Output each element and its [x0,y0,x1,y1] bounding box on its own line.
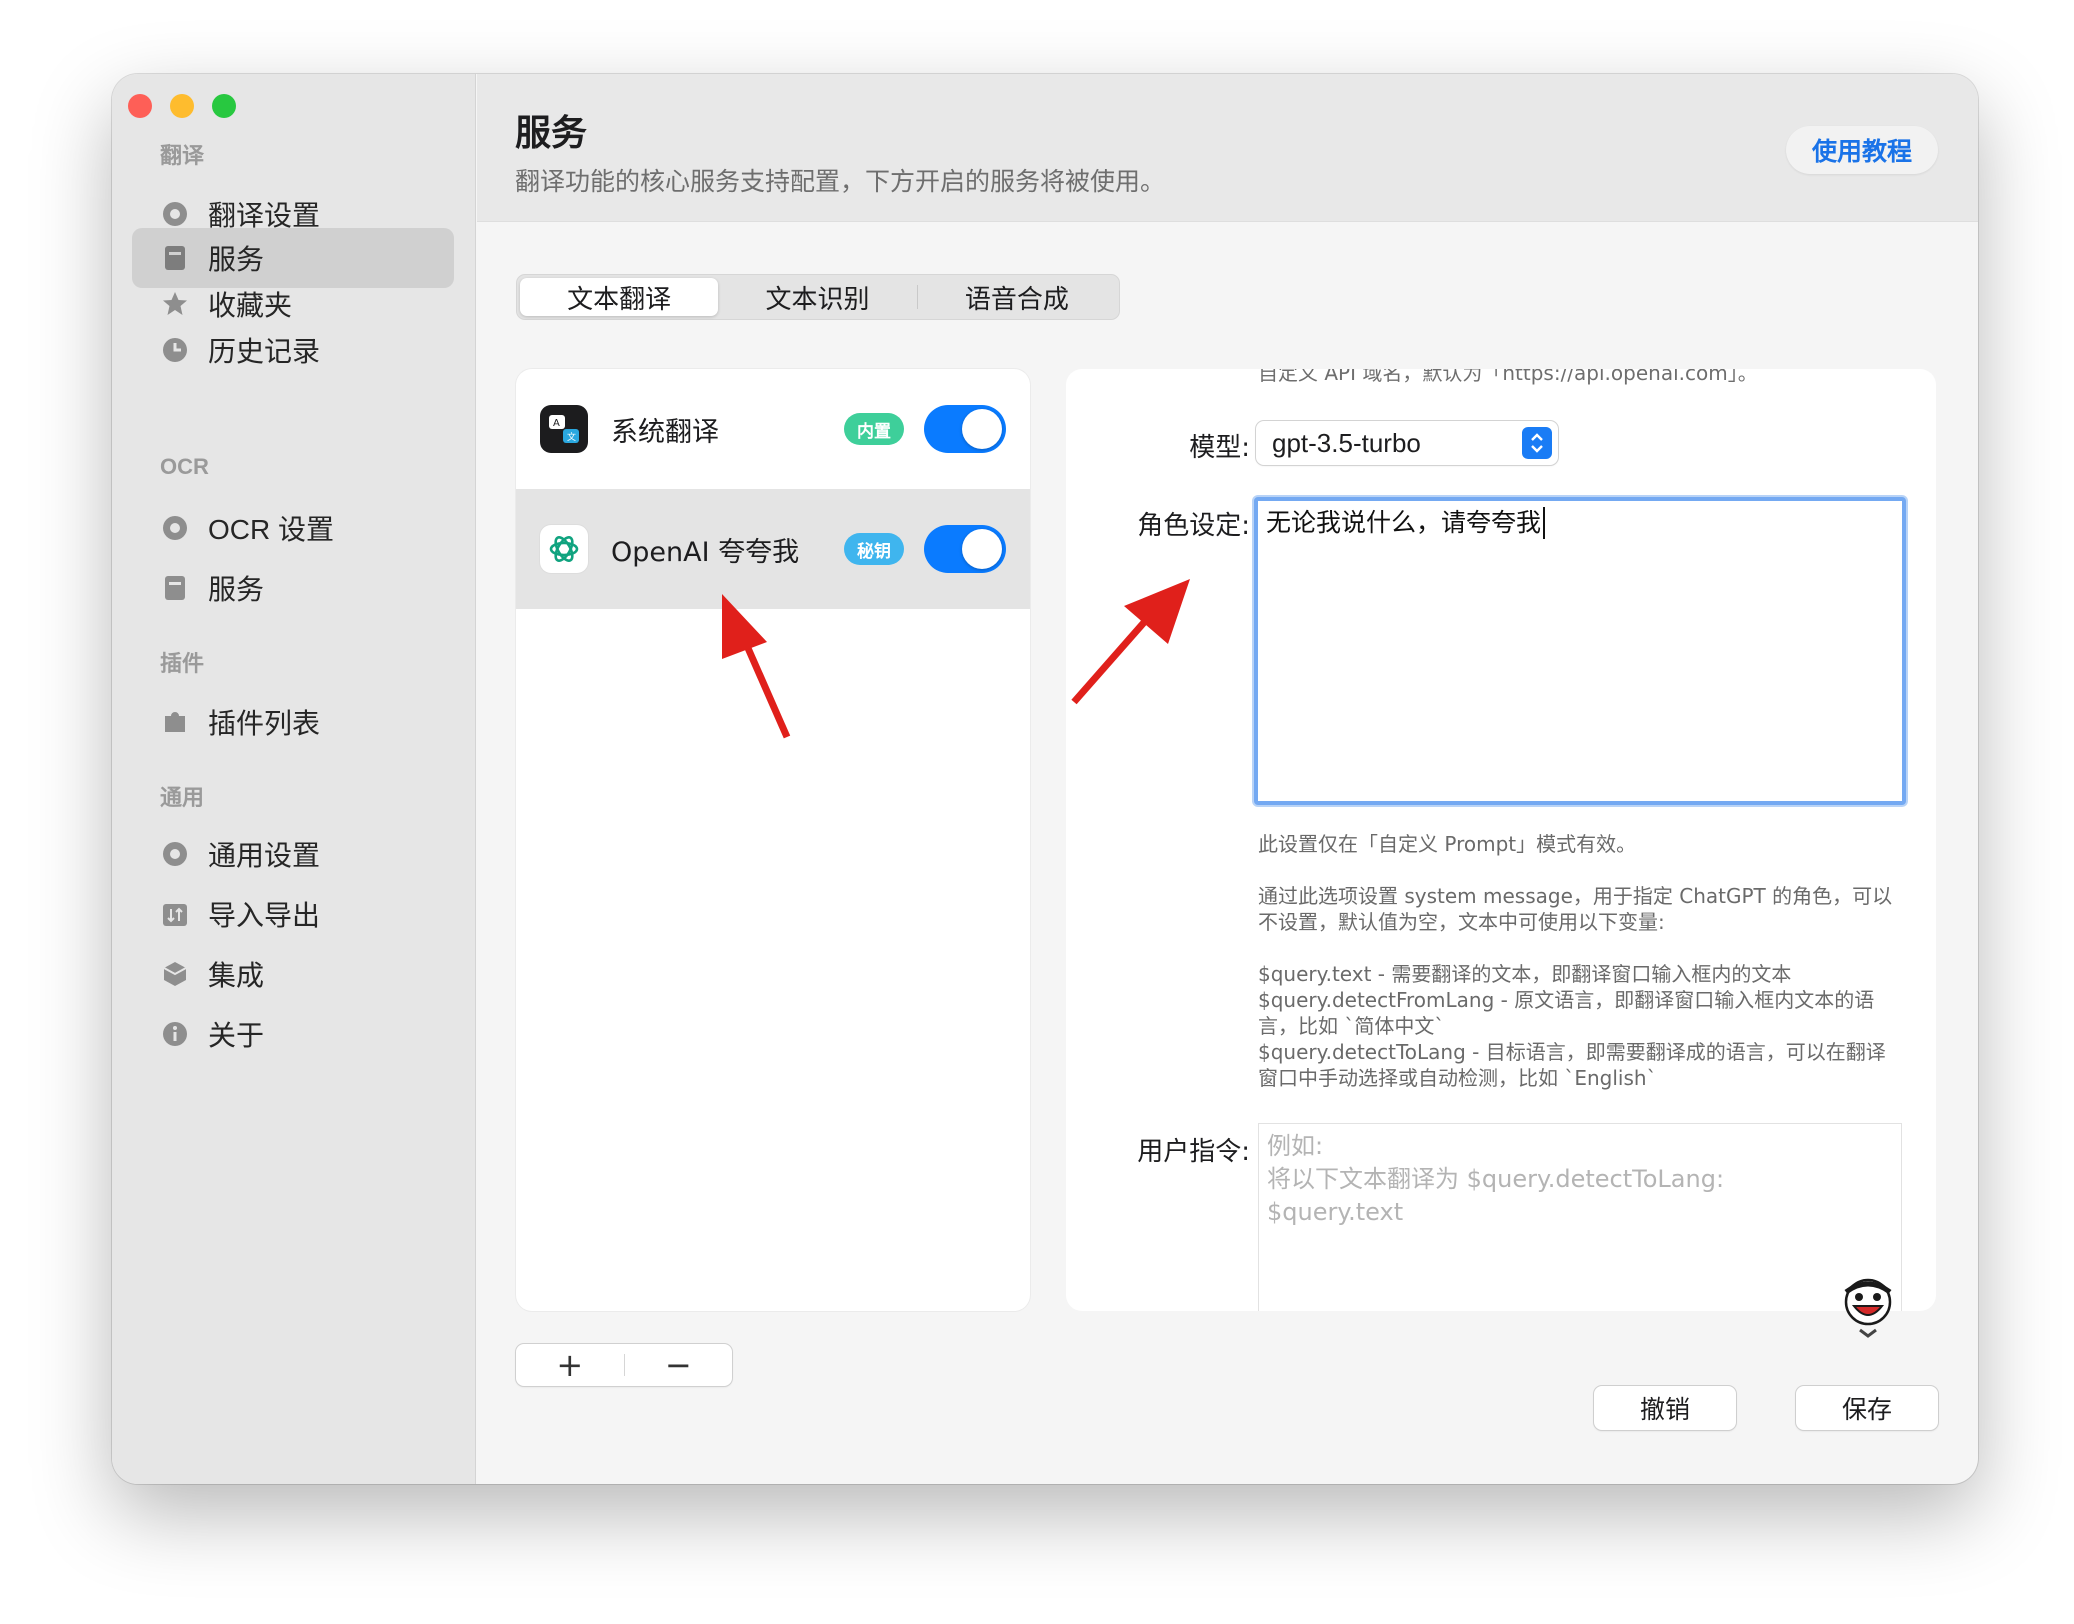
app-window: 翻译 翻译设置 服务 收藏夹 历史记录 OCR OCR 设置 服务 插件 插件列… [112,74,1978,1484]
annotation-arrow-role [1071,579,1190,705]
annotation-arrow-service [722,594,791,739]
annotation-arrows [722,579,1190,739]
